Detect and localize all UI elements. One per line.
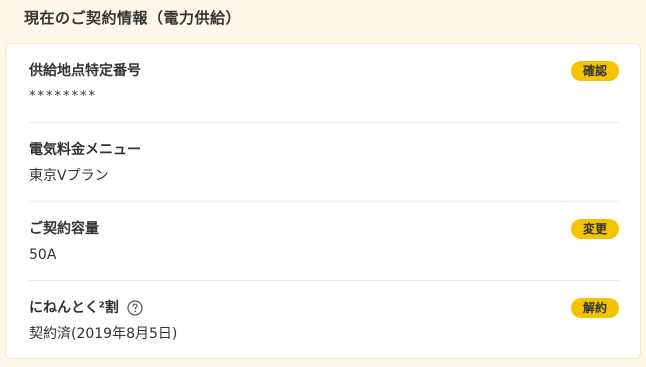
nennen-value: 契約済(2019年8月5日): [29, 326, 178, 342]
capacity-value: 50A: [29, 247, 57, 263]
contract-info-card: 供給地点特定番号 確認 ******** 電気料金メニュー 東京Vプラン ご契約…: [5, 43, 641, 359]
section-title: 現在のご契約情報（電力供給）: [24, 9, 242, 27]
supply-point-row: 供給地点特定番号 確認 ********: [29, 44, 619, 123]
confirm-button[interactable]: 確認: [571, 61, 619, 81]
menu-row: 電気料金メニュー 東京Vプラン: [29, 123, 619, 202]
supply-point-value: ********: [29, 89, 97, 104]
question-circle-icon[interactable]: [127, 300, 143, 316]
cancel-contract-button[interactable]: 解約: [571, 298, 619, 318]
change-button[interactable]: 変更: [571, 219, 619, 239]
capacity-row: ご契約容量 変更 50A: [29, 202, 619, 281]
supply-point-label: 供給地点特定番号: [29, 63, 141, 79]
nennen-label: にねんとく²割: [29, 300, 119, 316]
menu-label: 電気料金メニュー: [29, 142, 141, 158]
capacity-label: ご契約容量: [29, 221, 99, 237]
nennen-row: にねんとく²割 解約 契約済(2019年8月5日): [29, 281, 619, 360]
nennen-label-group: にねんとく²割: [29, 298, 143, 318]
menu-value: 東京Vプラン: [29, 168, 109, 184]
